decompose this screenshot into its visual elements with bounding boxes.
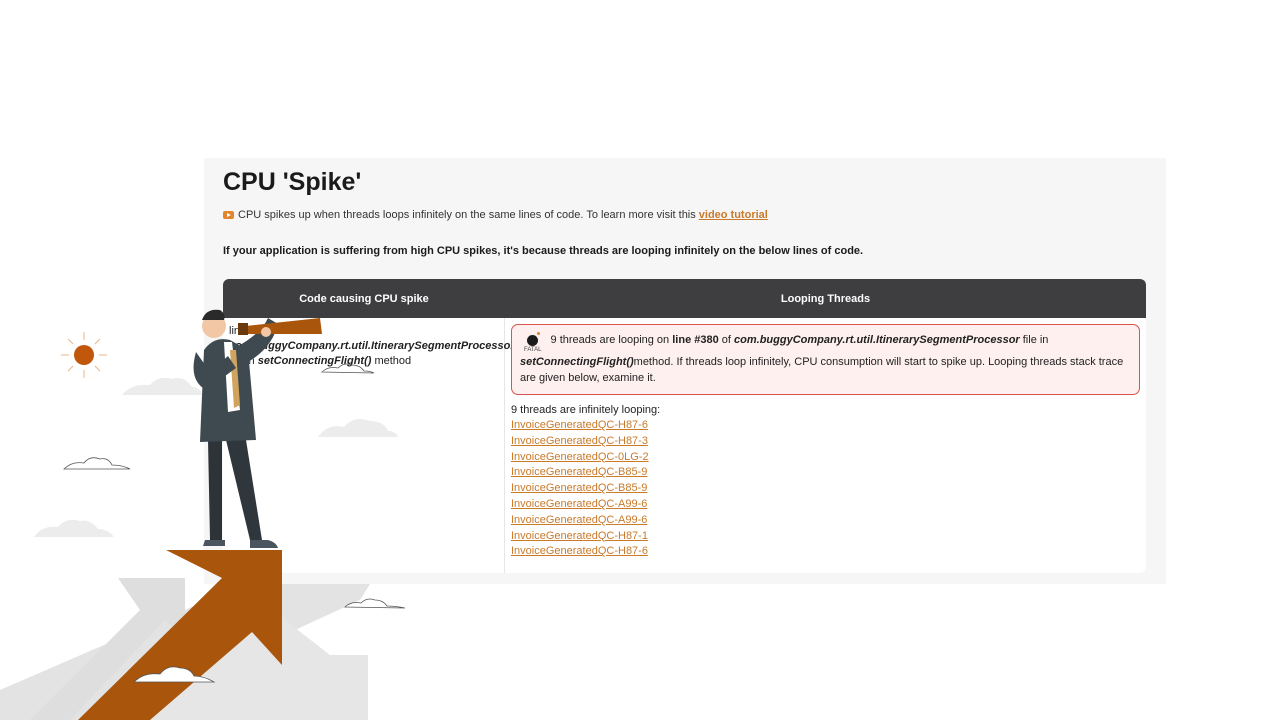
bomb-icon (527, 332, 541, 346)
list-item: InvoiceGeneratedQC-A99-6 (511, 497, 1140, 513)
cloud-icon (133, 666, 216, 683)
intro-text: CPU spikes up when threads loops infinit… (238, 209, 696, 221)
header-code-causing-spike: Code causing CPU spike (299, 292, 429, 305)
thread-link[interactable]: InvoiceGeneratedQC-A99-6 (511, 514, 647, 526)
code-method-name: setConnectingFlight() (257, 355, 372, 367)
thread-link[interactable]: InvoiceGeneratedQC-H87-6 (511, 545, 648, 557)
table-row: line #380 of com.buggyCompany.rt.util.It… (223, 318, 1146, 573)
page-title: CPU 'Spike' (223, 168, 362, 196)
code-prefix: line #380 of (229, 325, 286, 337)
alert-count: 9 (550, 334, 557, 346)
alert-text-1: threads are looping on (559, 334, 670, 346)
table-header: Code causing CPU spike Looping Threads (223, 279, 1146, 318)
thread-list: InvoiceGeneratedQC-H87-6 InvoiceGenerate… (511, 418, 1140, 560)
thread-link[interactable]: InvoiceGeneratedQC-B85-9 (511, 482, 647, 494)
grey-arrow-back (150, 585, 368, 720)
code-mid: file in (229, 355, 255, 367)
alert-text-3: file in (1022, 334, 1049, 346)
code-class-name: com.buggyCompany.rt.util.ItinerarySegmen… (229, 340, 515, 352)
thread-link[interactable]: InvoiceGeneratedQC-H87-3 (511, 435, 648, 447)
cpu-spike-report: CPU 'Spike' CPU spikes up when threads l… (204, 158, 1166, 584)
thread-link[interactable]: InvoiceGeneratedQC-0LG-2 (511, 451, 649, 463)
list-item: InvoiceGeneratedQC-H87-3 (511, 434, 1140, 450)
list-item: InvoiceGeneratedQC-B85-9 (511, 481, 1140, 497)
fatal-alert: FATAL 9 threads are looping on line #380… (511, 324, 1140, 395)
threads-cell: FATAL 9 threads are looping on line #380… (505, 318, 1146, 573)
alert-text-2: of (721, 334, 731, 346)
list-item: InvoiceGeneratedQC-B85-9 (511, 465, 1140, 481)
fatal-badge: FATAL (524, 332, 541, 354)
list-item: InvoiceGeneratedQC-A99-6 (511, 513, 1140, 529)
list-item: InvoiceGeneratedQC-H87-6 (511, 544, 1140, 560)
thread-link[interactable]: InvoiceGeneratedQC-H87-1 (511, 530, 648, 542)
alert-class-name: com.buggyCompany.rt.util.ItinerarySegmen… (734, 334, 1020, 346)
cpu-spike-table: Code causing CPU spike Looping Threads l… (223, 279, 1146, 573)
sun-icon (61, 332, 107, 378)
alert-line: line #380 (672, 334, 719, 346)
cpu-spike-notice: If your application is suffering from hi… (223, 245, 864, 257)
alert-method-name: setConnectingFlight() (520, 356, 634, 368)
thread-list-heading: 9 threads are infinitely looping: (511, 404, 661, 416)
list-item: InvoiceGeneratedQC-H87-6 (511, 418, 1140, 434)
thread-link[interactable]: InvoiceGeneratedQC-H87-6 (511, 419, 648, 431)
list-item: InvoiceGeneratedQC-H87-1 (511, 529, 1140, 545)
grey-arrow-small (30, 578, 185, 720)
header-looping-threads: Looping Threads (780, 292, 871, 305)
video-tutorial-link[interactable]: video tutorial (699, 209, 768, 221)
intro-line: CPU spikes up when threads loops infinit… (223, 209, 768, 221)
fatal-label: FATAL (524, 347, 542, 353)
thread-link[interactable]: InvoiceGeneratedQC-B85-9 (511, 466, 647, 478)
code-suffix: method (374, 355, 412, 367)
list-item: InvoiceGeneratedQC-0LG-2 (511, 450, 1140, 466)
video-play-icon (223, 211, 234, 219)
thread-link[interactable]: InvoiceGeneratedQC-A99-6 (511, 498, 647, 510)
code-cell: line #380 of com.buggyCompany.rt.util.It… (223, 318, 515, 573)
